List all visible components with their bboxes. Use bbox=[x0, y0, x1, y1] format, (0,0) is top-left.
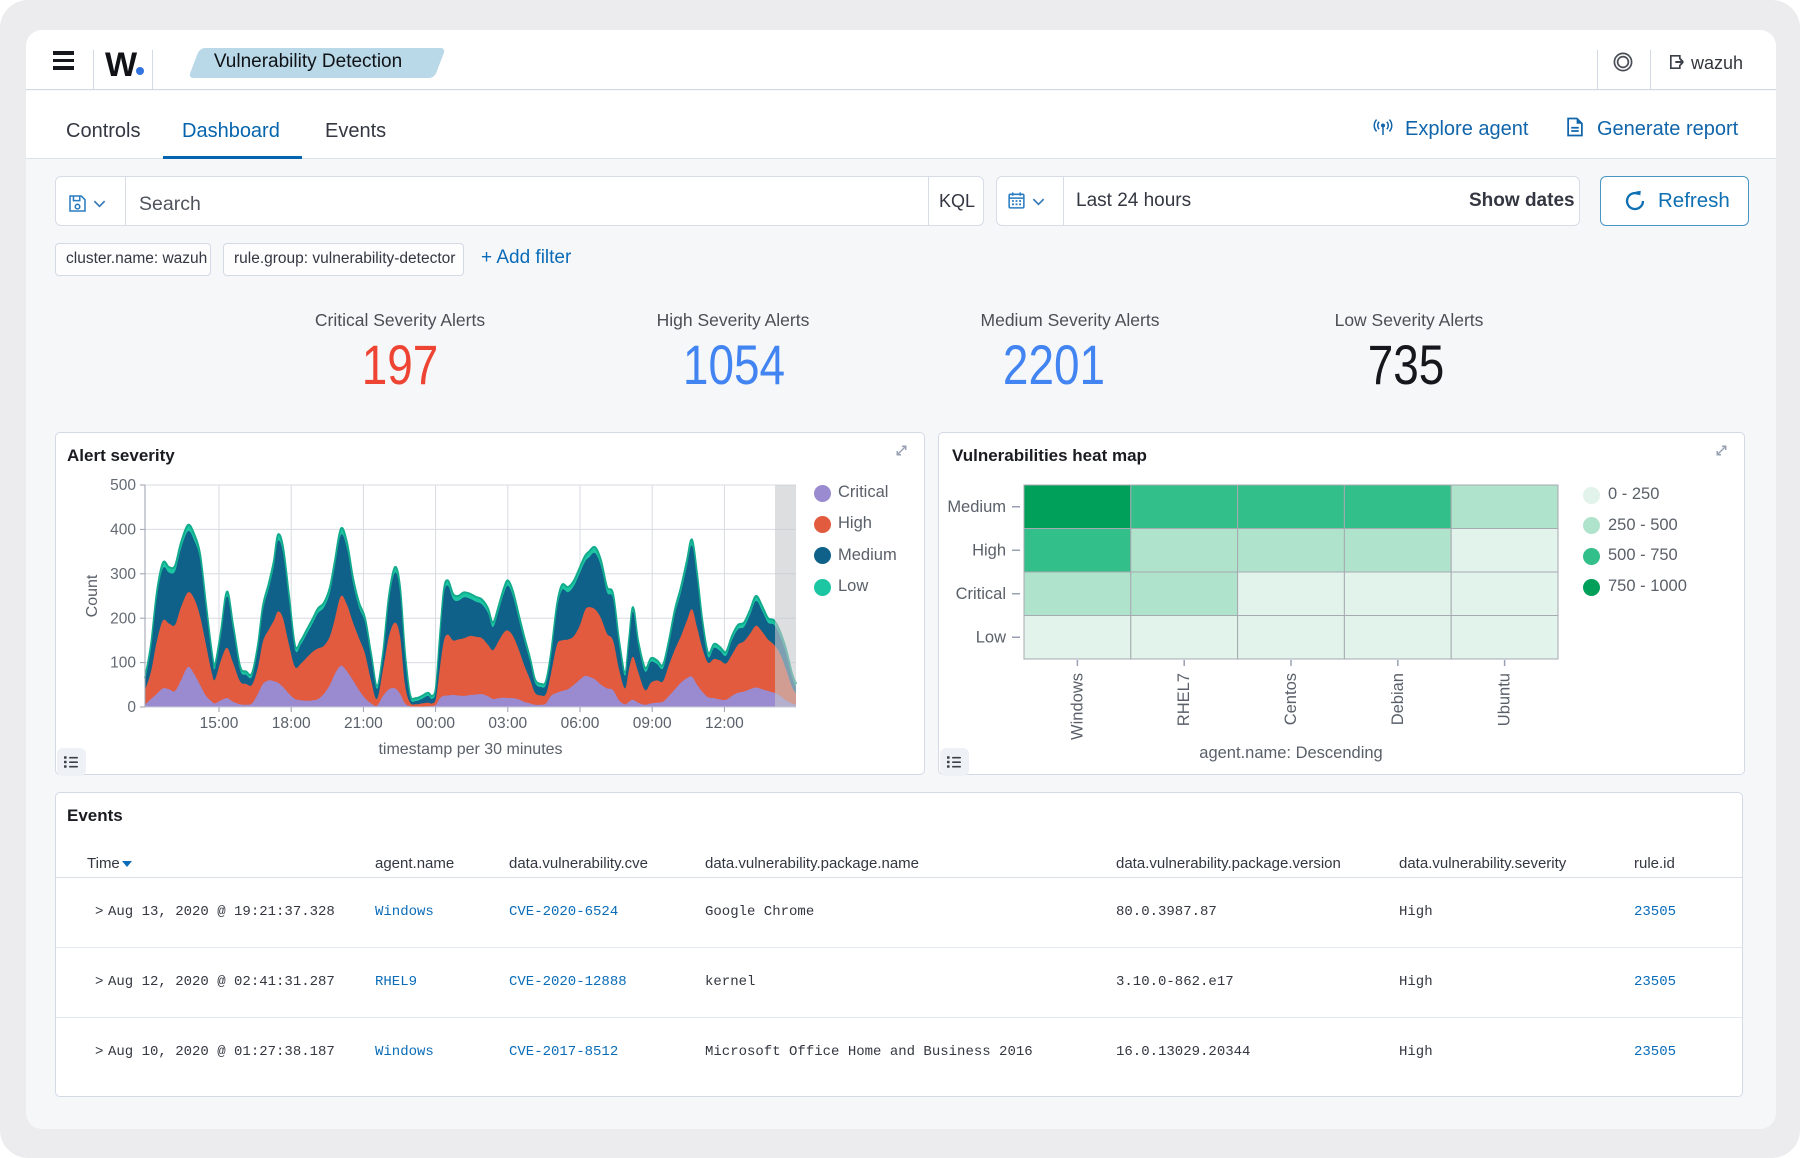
svg-text:agent.name: Descending: agent.name: Descending bbox=[1199, 744, 1382, 762]
svg-text:RHEL7: RHEL7 bbox=[1175, 673, 1193, 726]
svg-text:0: 0 bbox=[127, 699, 136, 716]
svg-text:06:00: 06:00 bbox=[561, 715, 600, 732]
svg-text:18:00: 18:00 bbox=[272, 715, 311, 732]
svg-text:Ubuntu: Ubuntu bbox=[1496, 673, 1514, 726]
svg-text:Low: Low bbox=[976, 629, 1006, 647]
svg-text:09:00: 09:00 bbox=[633, 715, 672, 732]
svg-text:Windows: Windows bbox=[1068, 673, 1086, 740]
svg-text:High: High bbox=[972, 542, 1006, 560]
svg-text:100: 100 bbox=[110, 655, 136, 672]
svg-text:Count: Count bbox=[84, 574, 101, 617]
svg-text:Medium: Medium bbox=[947, 498, 1006, 516]
svg-text:21:00: 21:00 bbox=[344, 715, 383, 732]
svg-text:300: 300 bbox=[110, 566, 136, 583]
svg-text:200: 200 bbox=[110, 610, 136, 627]
svg-text:00:00: 00:00 bbox=[416, 715, 455, 732]
svg-text:500: 500 bbox=[110, 477, 136, 494]
svg-text:03:00: 03:00 bbox=[488, 715, 527, 732]
svg-text:timestamp per 30 minutes: timestamp per 30 minutes bbox=[378, 741, 562, 758]
svg-text:Critical: Critical bbox=[956, 585, 1006, 603]
svg-text:400: 400 bbox=[110, 521, 136, 538]
svg-text:12:00: 12:00 bbox=[705, 715, 744, 732]
svg-text:Debian: Debian bbox=[1389, 673, 1407, 725]
svg-text:15:00: 15:00 bbox=[200, 715, 239, 732]
svg-text:Centos: Centos bbox=[1282, 673, 1300, 725]
